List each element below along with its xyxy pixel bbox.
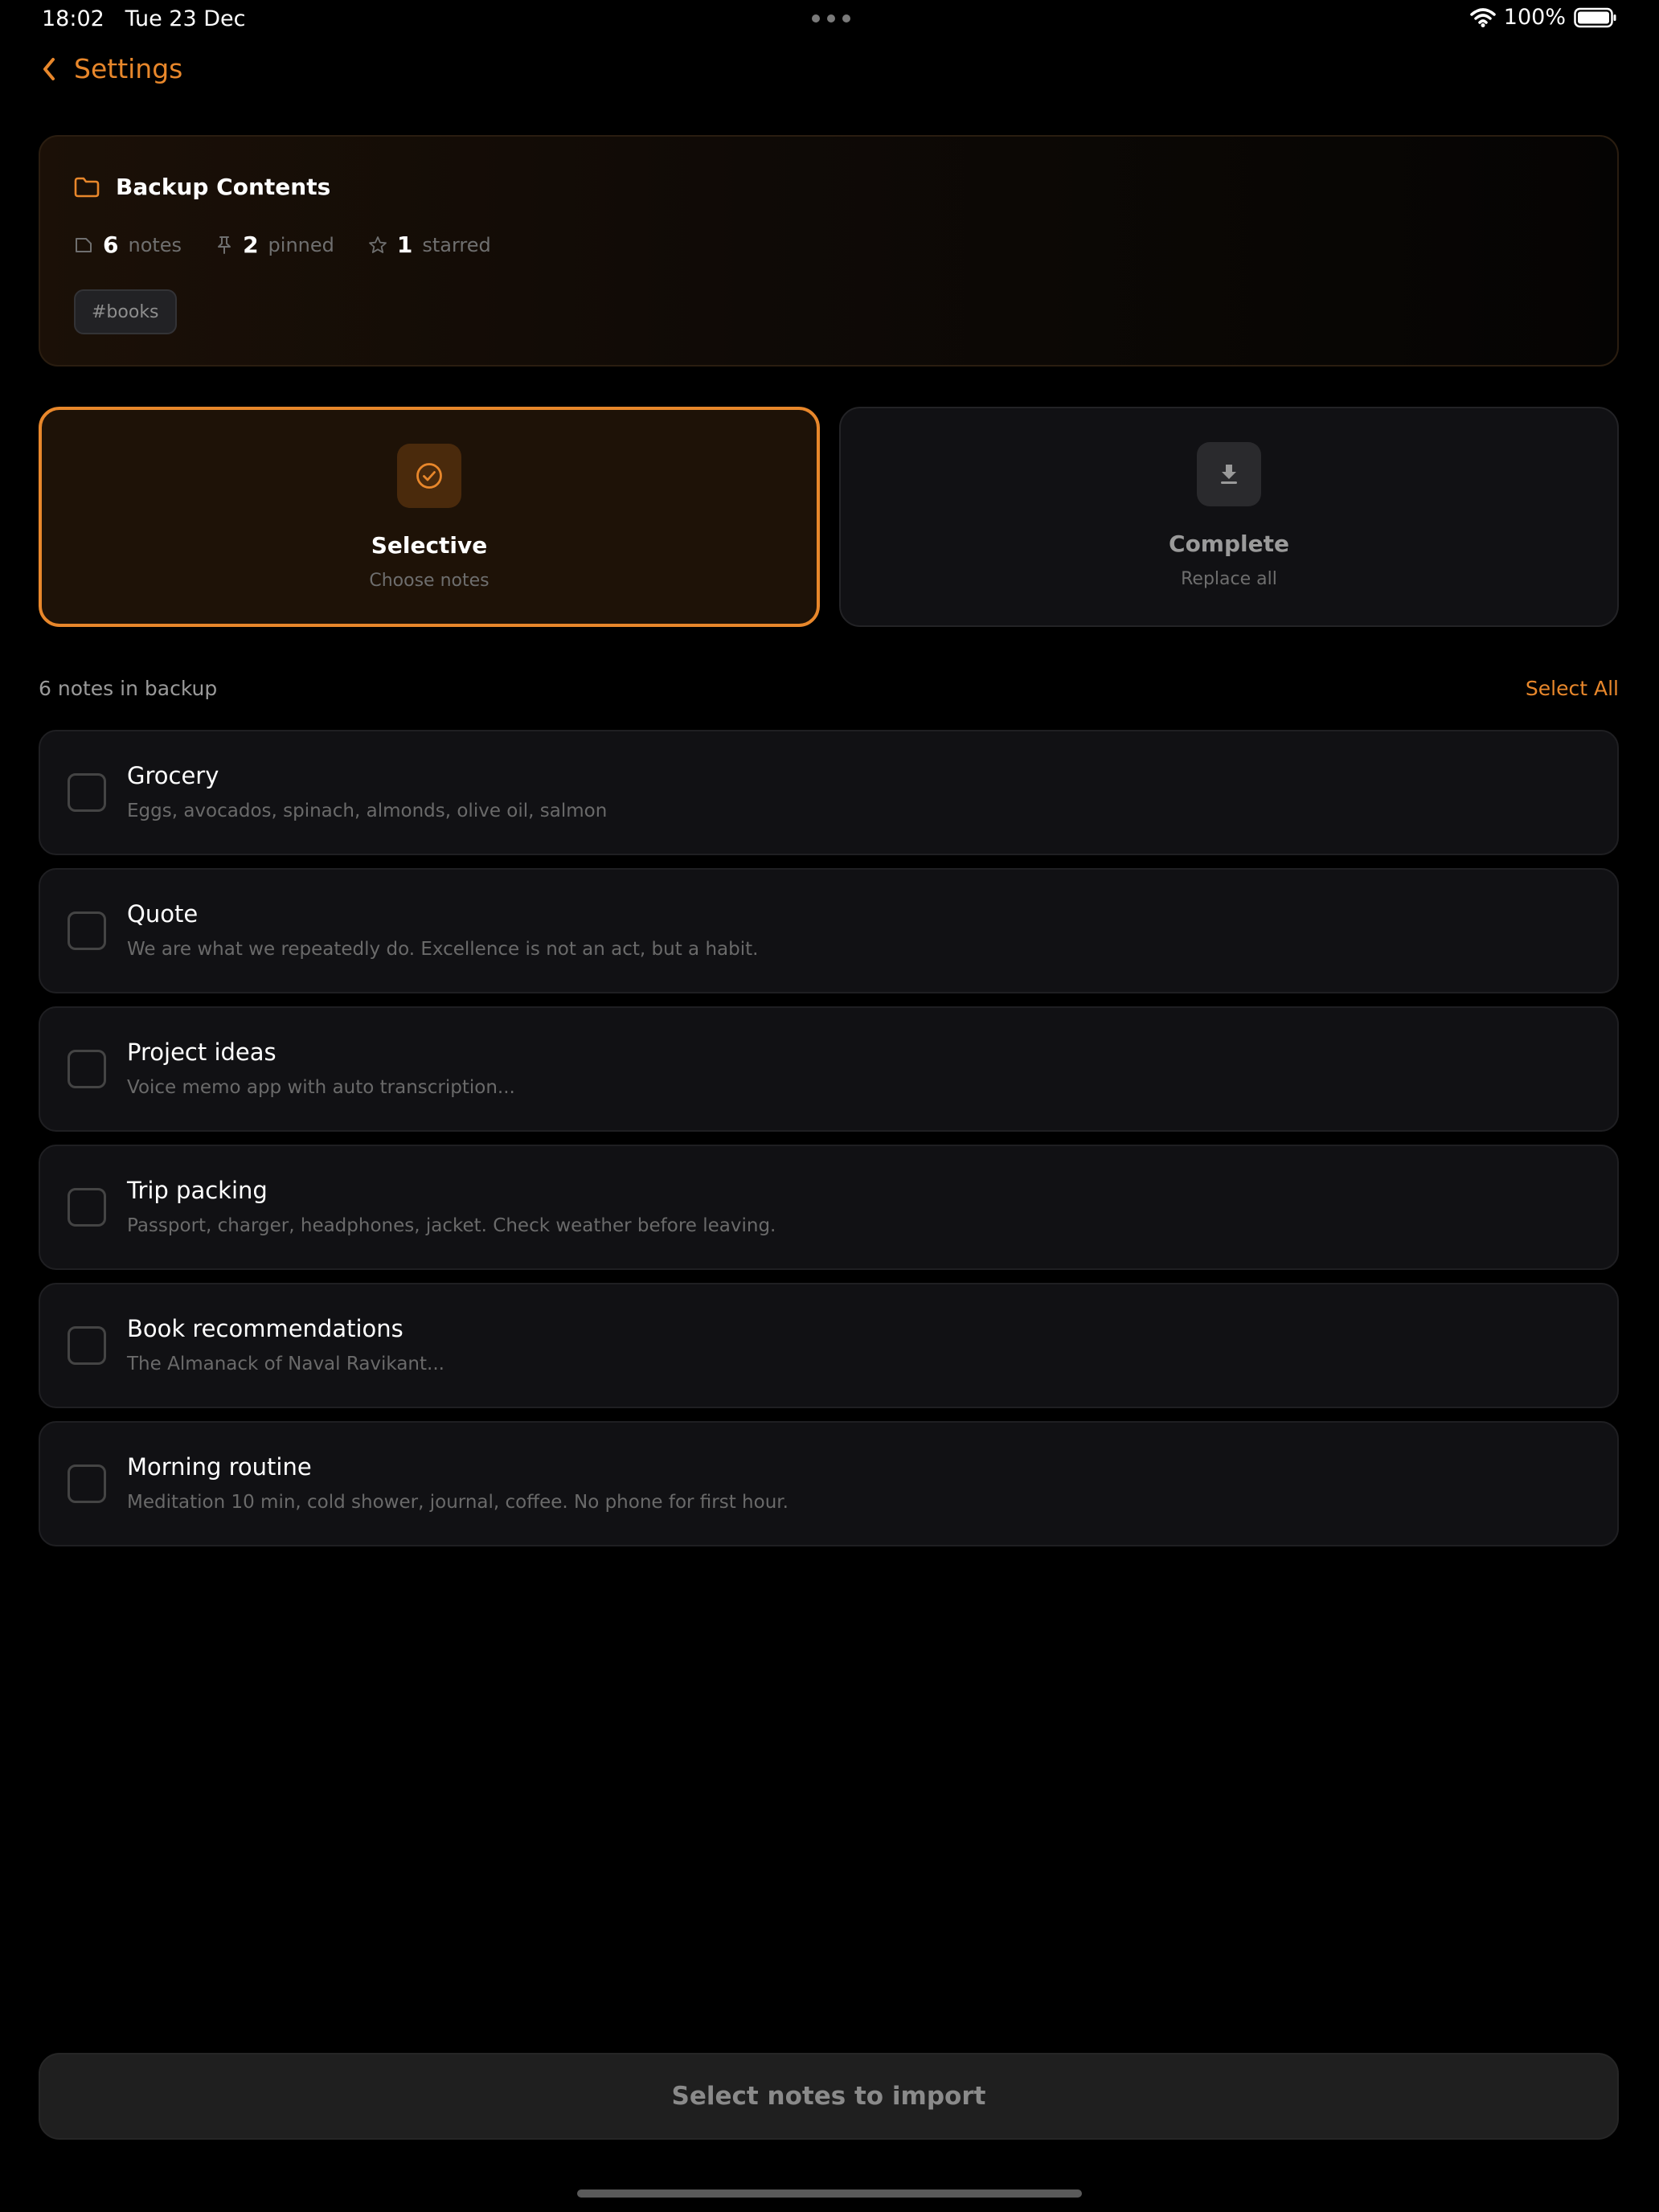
note-title: Book recommendations [127,1315,403,1342]
status-time: 18:02 Tue 23 Dec [42,6,245,31]
multitasking-dots-icon[interactable] [812,14,850,23]
note-checkbox[interactable] [68,1326,106,1365]
folder-icon [74,177,100,197]
backup-contents-title: Backup Contents [116,174,331,200]
back-button[interactable]: Settings [42,53,182,84]
chevron-left-icon [43,57,55,80]
backup-contents-header: Backup Contents [74,174,330,200]
home-indicator[interactable] [577,2189,1082,2198]
note-title: Grocery [127,762,219,789]
star-icon [368,236,387,253]
mode-complete-card[interactable]: Complete Replace all [839,407,1619,627]
battery-percent: 100% [1503,5,1566,30]
starred-count: 1 [396,231,413,258]
pinned-count: 2 [243,231,259,258]
status-indicators: 100% [1470,5,1617,30]
pin-icon [218,236,231,254]
mode-complete-subtitle: Replace all [1181,569,1277,589]
note-title: Project ideas [127,1038,276,1066]
note-preview: The Almanack of Naval Ravikant... [127,1354,444,1374]
check-circle-icon [416,463,442,489]
stat-notes: 6 notes [74,231,182,258]
mode-complete-title: Complete [1169,530,1289,557]
wifi-icon [1470,7,1496,27]
note-preview: Eggs, avocados, spinach, almonds, olive … [127,801,608,821]
note-preview: Passport, charger, headphones, jacket. C… [127,1215,776,1236]
import-button[interactable]: Select notes to import [39,2053,1619,2140]
note-title: Quote [127,900,199,928]
status-date: Tue 23 Dec [125,6,246,31]
selective-icon-box [397,444,461,508]
note-row-quote[interactable]: Quote We are what we repeatedly do. Exce… [39,868,1619,993]
note-icon [76,237,92,252]
pinned-label: pinned [268,233,334,256]
note-row-trip-packing[interactable]: Trip packing Passport, charger, headphon… [39,1145,1619,1270]
note-checkbox[interactable] [68,1188,106,1227]
note-title: Morning routine [127,1453,312,1481]
tag-chip: #books [74,289,177,334]
note-row-project-ideas[interactable]: Project ideas Voice memo app with auto t… [39,1006,1619,1132]
note-title: Trip packing [127,1177,268,1204]
note-preview: Meditation 10 min, cold shower, journal,… [127,1492,789,1513]
stat-pinned: 2 pinned [215,231,334,258]
select-all-button[interactable]: Select All [1526,677,1619,700]
note-checkbox[interactable] [68,1464,106,1503]
starred-label: starred [422,233,491,256]
stat-starred: 1 starred [368,231,491,258]
note-checkbox[interactable] [68,1050,106,1088]
notes-count: 6 [103,231,119,258]
note-preview: Voice memo app with auto transcription..… [127,1077,515,1098]
mode-selective-title: Selective [371,532,488,559]
note-checkbox[interactable] [68,911,106,950]
notes-label: notes [128,233,182,256]
note-checkbox[interactable] [68,773,106,812]
battery-icon [1574,7,1616,27]
mode-selective-card[interactable]: Selective Choose notes [39,407,820,627]
status-clock: 18:02 [42,6,104,31]
note-row-book-recommendations[interactable]: Book recommendations The Almanack of Nav… [39,1283,1619,1408]
note-preview: We are what we repeatedly do. Excellence… [127,939,759,960]
download-icon [1221,465,1237,484]
note-row-grocery[interactable]: Grocery Eggs, avocados, spinach, almonds… [39,730,1619,855]
note-row-morning-routine[interactable]: Morning routine Meditation 10 min, cold … [39,1421,1619,1546]
back-label: Settings [74,53,183,84]
complete-icon-box [1197,442,1261,506]
backup-stats: 6 notes 2 pinned 1 starred [74,231,525,258]
notes-in-backup-label: 6 notes in backup [39,677,218,700]
backup-contents-card: Backup Contents 6 notes 2 pinned 1 starr… [39,135,1619,367]
mode-selective-subtitle: Choose notes [369,571,490,591]
